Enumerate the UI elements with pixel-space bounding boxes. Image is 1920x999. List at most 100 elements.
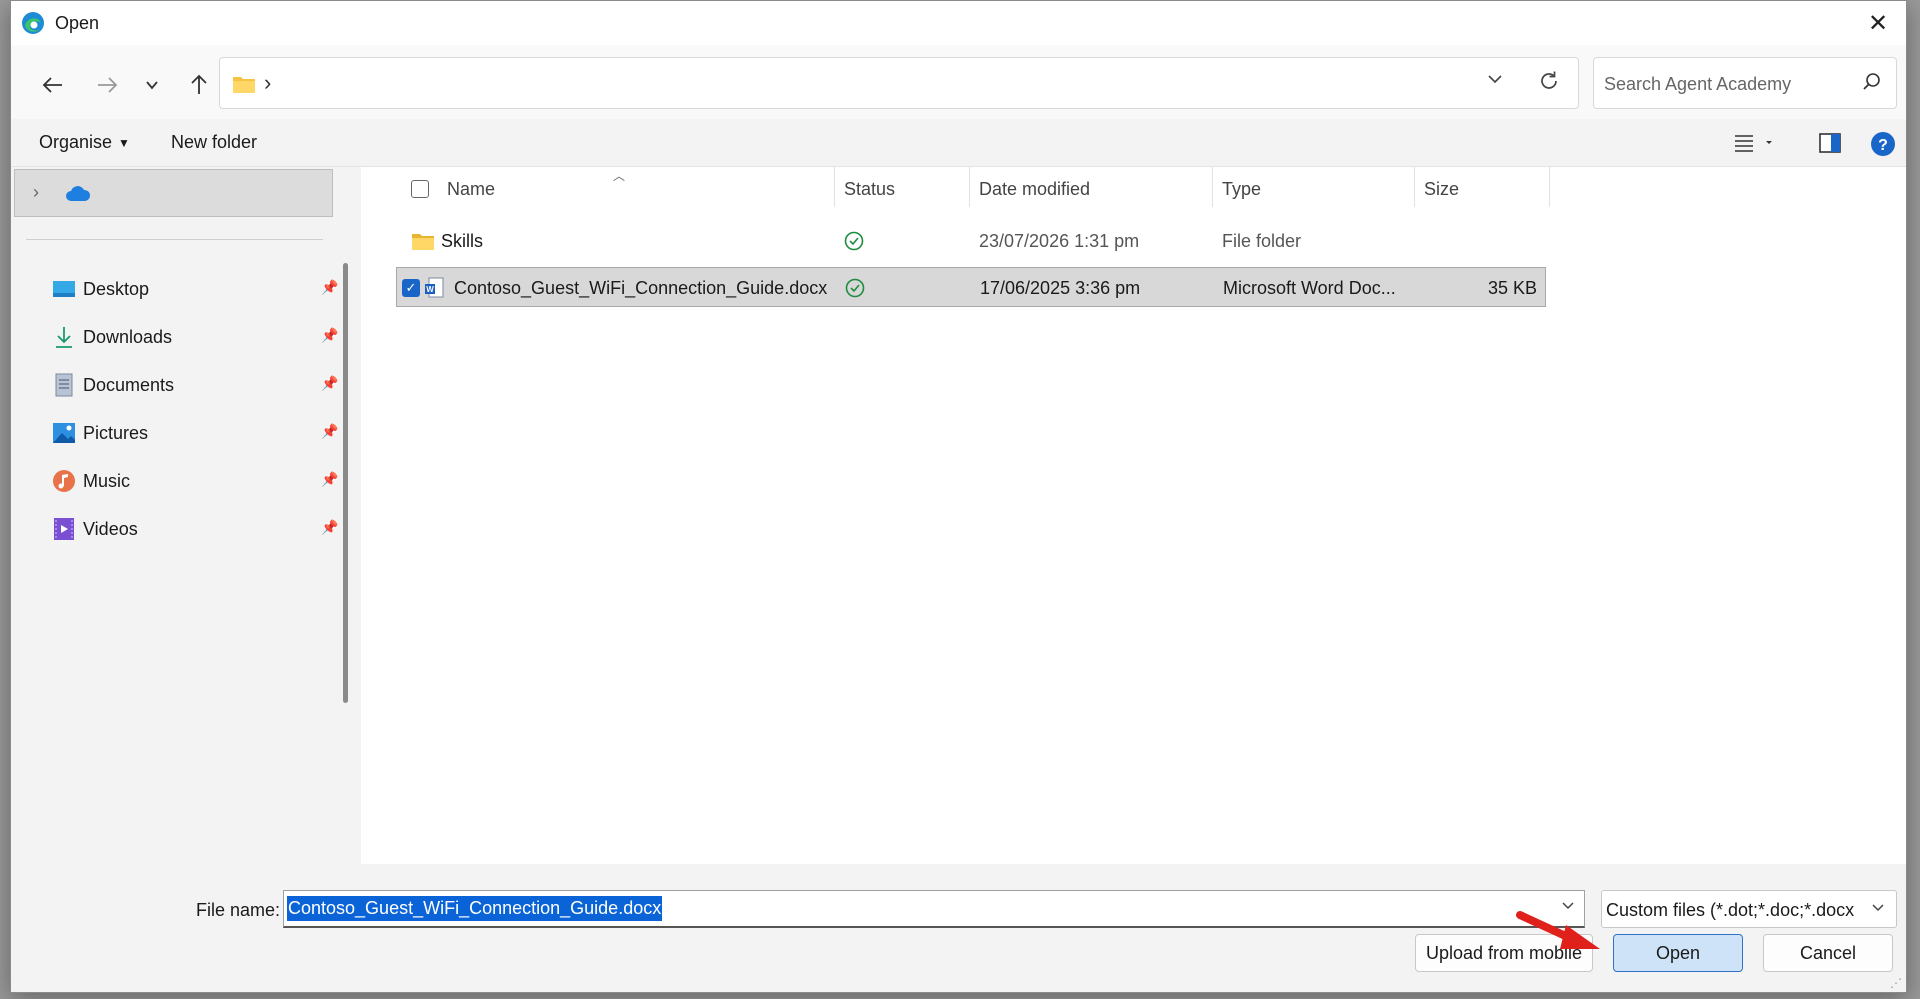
new-folder-button[interactable]: New folder bbox=[171, 132, 257, 153]
column-header-name[interactable]: Name bbox=[447, 167, 495, 211]
open-file-dialog: Open ✕ › Search Agent Academy Organise ▼… bbox=[10, 0, 1907, 993]
file-type-filter-value: Custom files (*.dot;*.doc;*.docx bbox=[1606, 900, 1855, 920]
refresh-icon bbox=[1541, 71, 1557, 89]
chevron-right-icon[interactable]: › bbox=[33, 182, 39, 203]
search-icon[interactable] bbox=[1862, 72, 1882, 92]
download-icon bbox=[51, 324, 77, 350]
breadcrumb-separator[interactable]: › bbox=[264, 70, 271, 96]
document-icon bbox=[51, 372, 77, 398]
pictures-icon bbox=[51, 420, 77, 446]
cancel-button[interactable]: Cancel bbox=[1763, 934, 1893, 972]
view-options-button[interactable] bbox=[1733, 131, 1777, 160]
chevron-down-icon bbox=[1488, 75, 1502, 84]
preview-pane-button[interactable] bbox=[1818, 131, 1842, 160]
sidebar-item-pictures[interactable]: Pictures 📌 bbox=[51, 413, 338, 453]
table-row[interactable]: Skills 23/07/2026 1:31 pm File folder bbox=[396, 221, 1546, 261]
sidebar-item-label: Music bbox=[83, 470, 131, 491]
organise-label: Organise bbox=[39, 132, 113, 152]
sidebar-item-downloads[interactable]: Downloads 📌 bbox=[51, 317, 338, 357]
word-document-icon: W bbox=[424, 268, 444, 308]
help-button[interactable]: ? bbox=[1870, 131, 1896, 162]
search-input[interactable] bbox=[1604, 70, 1844, 98]
file-name[interactable]: Contoso_Guest_WiFi_Connection_Guide.docx bbox=[454, 268, 827, 308]
column-header-label: Type bbox=[1222, 178, 1262, 199]
open-button[interactable]: Open bbox=[1613, 934, 1743, 972]
file-list: ︿ Name Status Date modified Type Size Sk… bbox=[361, 167, 1906, 864]
organise-menu[interactable]: Organise ▼ bbox=[39, 132, 130, 153]
sidebar-item-music[interactable]: Music 📌 bbox=[51, 461, 338, 501]
sidebar-item-desktop[interactable]: Desktop 📌 bbox=[51, 269, 338, 309]
address-history-dropdown[interactable] bbox=[1486, 70, 1504, 93]
column-header-status[interactable]: Status bbox=[844, 167, 895, 211]
resize-grip-icon[interactable]: ⋰ bbox=[1890, 976, 1902, 990]
select-all-checkbox[interactable] bbox=[411, 180, 429, 198]
chevron-down-icon bbox=[146, 81, 158, 90]
svg-text:W: W bbox=[426, 285, 434, 294]
column-header-label: Status bbox=[844, 178, 896, 199]
file-name-input[interactable]: Contoso_Guest_WiFi_Connection_Guide.docx bbox=[283, 890, 1585, 928]
title-bar: Open ✕ bbox=[11, 1, 1906, 45]
window-title: Open bbox=[55, 13, 100, 33]
sidebar-item-label: Desktop bbox=[83, 278, 150, 299]
folder-icon bbox=[411, 221, 435, 261]
sidebar-item-label: Documents bbox=[83, 374, 175, 395]
pin-icon: 📌 bbox=[321, 279, 339, 295]
column-header-label: Name bbox=[447, 178, 496, 199]
column-divider[interactable] bbox=[834, 167, 835, 207]
row-checkbox-cell[interactable]: ✓ bbox=[402, 268, 420, 308]
address-bar[interactable]: › bbox=[219, 57, 1579, 109]
file-type-filter[interactable]: Custom files (*.dot;*.doc;*.docx bbox=[1601, 890, 1897, 928]
sidebar-divider bbox=[26, 239, 323, 240]
column-divider[interactable] bbox=[1212, 167, 1213, 207]
select-all-checkbox-cell[interactable] bbox=[411, 167, 429, 211]
sidebar-item-label: Downloads bbox=[83, 326, 173, 347]
annotation-arrow-icon bbox=[1516, 911, 1600, 949]
sidebar-scrollbar[interactable] bbox=[343, 263, 348, 703]
arrow-right-icon bbox=[98, 77, 118, 93]
pin-icon: 📌 bbox=[321, 375, 339, 391]
chevron-down-icon bbox=[1870, 899, 1886, 920]
file-size: 35 KB bbox=[1487, 277, 1537, 298]
file-name-label: File name: bbox=[196, 900, 281, 920]
list-view-icon bbox=[1735, 135, 1772, 152]
refresh-button[interactable] bbox=[1538, 70, 1560, 97]
pin-icon: 📌 bbox=[321, 327, 339, 343]
row-checkbox-checked[interactable]: ✓ bbox=[402, 279, 420, 297]
table-row-selected[interactable]: ✓ W Contoso_Guest_WiFi_Connection_Guide.… bbox=[396, 267, 1546, 307]
file-date: 23/07/2026 1:31 pm bbox=[979, 230, 1140, 251]
videos-icon bbox=[51, 516, 77, 542]
file-type: File folder bbox=[1222, 230, 1302, 251]
recent-locations-button[interactable] bbox=[134, 67, 170, 103]
caret-down-icon: ▼ bbox=[118, 136, 130, 151]
sidebar-item-onedrive[interactable]: › bbox=[14, 169, 333, 217]
file-size bbox=[1424, 221, 1544, 261]
column-header-size[interactable]: Size bbox=[1424, 167, 1459, 211]
file-date: 17/06/2025 3:36 pm bbox=[980, 277, 1141, 298]
help-icon: ? bbox=[1871, 132, 1895, 156]
up-button[interactable] bbox=[181, 67, 217, 103]
status-synced-icon bbox=[845, 268, 865, 308]
column-divider[interactable] bbox=[969, 167, 970, 207]
back-button[interactable] bbox=[35, 67, 71, 103]
file-name[interactable]: Skills bbox=[441, 221, 483, 261]
pin-icon: 📌 bbox=[321, 471, 339, 487]
sidebar-item-videos[interactable]: Videos 📌 bbox=[51, 509, 338, 549]
navigation-bar: › bbox=[11, 45, 1906, 119]
search-box[interactable] bbox=[1593, 57, 1897, 109]
column-header-type[interactable]: Type bbox=[1222, 167, 1261, 211]
sidebar-item-label: Videos bbox=[83, 518, 138, 539]
column-header-date[interactable]: Date modified bbox=[979, 167, 1090, 211]
close-icon: ✕ bbox=[1867, 9, 1889, 37]
pin-icon: 📌 bbox=[321, 519, 339, 535]
file-name-value[interactable]: Contoso_Guest_WiFi_Connection_Guide.docx bbox=[287, 896, 663, 921]
onedrive-cloud-icon bbox=[66, 186, 91, 201]
arrow-left-icon bbox=[42, 77, 62, 93]
column-divider[interactable] bbox=[1549, 167, 1550, 207]
close-button[interactable]: ✕ bbox=[1850, 1, 1906, 45]
column-divider[interactable] bbox=[1414, 167, 1415, 207]
sidebar-item-documents[interactable]: Documents 📌 bbox=[51, 365, 338, 405]
arrow-up-icon bbox=[191, 74, 207, 94]
column-header-label: Size bbox=[1424, 178, 1460, 199]
forward-button[interactable] bbox=[89, 67, 125, 103]
sidebar-item-label: Pictures bbox=[83, 422, 149, 443]
